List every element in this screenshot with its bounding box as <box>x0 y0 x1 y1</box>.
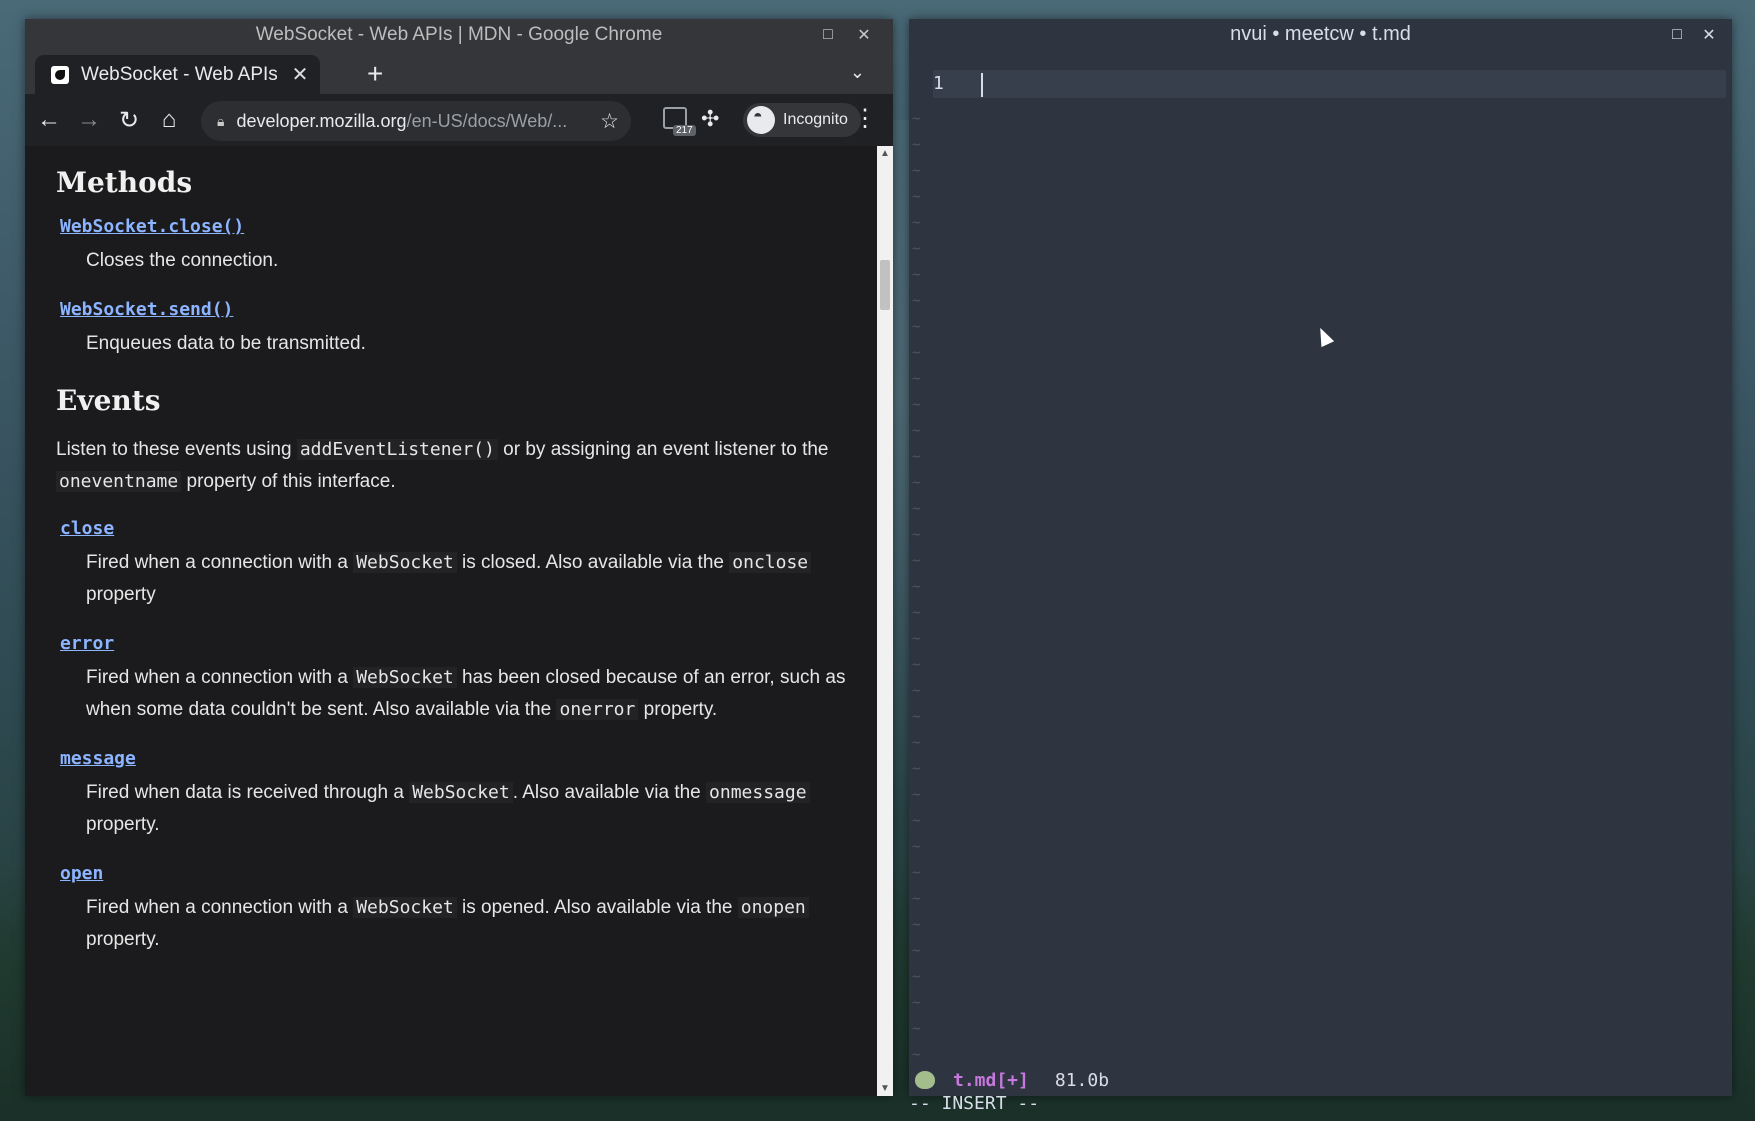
chrome-titlebar: WebSocket - Web APIs | MDN - Google Chro… <box>25 19 893 50</box>
method-description: Enqueues data to be transmitted. <box>86 333 366 354</box>
intro-code: oneventname <box>56 471 182 492</box>
mdn-favicon-icon <box>51 65 69 84</box>
event-description: Fired when a connection with a WebSocket… <box>86 892 847 956</box>
tab-title: WebSocket - Web APIs <box>81 63 278 85</box>
intro-code: addEventListener() <box>296 439 498 460</box>
mode-indicator: -- INSERT -- <box>909 1093 1040 1114</box>
close-window-icon[interactable]: ✕ <box>849 19 879 50</box>
close-window-icon[interactable]: ✕ <box>1694 19 1724 50</box>
chrome-toolbar: ← → ↻ ⌂ 🔒︎ developer.mozilla.org/en-US/d… <box>25 94 893 146</box>
nvui-window-title: nvui • meetcw • t.md <box>1230 23 1411 45</box>
chrome-window: WebSocket - Web APIs | MDN - Google Chro… <box>25 19 893 1096</box>
status-filename: t.md[+] <box>953 1069 1029 1091</box>
methods-heading: Methods <box>56 166 193 199</box>
method-item: WebSocket.close() Closes the connection. <box>56 216 847 277</box>
incognito-label: Incognito <box>783 111 848 128</box>
nvui-titlebar: nvui • meetcw • t.md □ ✕ <box>909 19 1732 50</box>
bug-icon <box>915 1071 935 1089</box>
event-item: error Fired when a connection with a Web… <box>56 633 847 726</box>
scroll-down-arrow-icon[interactable]: ▼ <box>877 1083 893 1094</box>
method-item: WebSocket.send() Enqueues data to be tra… <box>56 299 847 360</box>
event-link-open[interactable]: open <box>60 863 103 884</box>
page-scrollbar[interactable]: ▲ ▼ <box>877 146 893 1096</box>
text-cursor <box>981 73 983 97</box>
cursor-line <box>933 70 1726 98</box>
incognito-icon <box>747 106 775 134</box>
chrome-window-title: WebSocket - Web APIs | MDN - Google Chro… <box>255 23 663 45</box>
maximize-icon[interactable]: □ <box>1662 19 1692 50</box>
reload-icon[interactable]: ↻ <box>109 106 149 135</box>
lock-icon[interactable]: 🔒︎ <box>217 113 224 130</box>
bookmark-star-icon[interactable]: ☆ <box>600 109 619 134</box>
empty-line-markers: ~ ~ ~ ~ ~ ~ ~ ~ ~ ~ ~ ~ ~ ~ ~ ~ ~ ~ ~ ~ ~ ~ ~ ~ ~ ~ ~ ~ ~ ~ ~ ~ ~ ~ ~ ~ ~ <box>912 111 921 1063</box>
event-description: Fired when a connection with a WebSocket… <box>86 547 847 611</box>
event-description: Fired when data is received through a We… <box>86 777 847 841</box>
tab-websocket[interactable]: WebSocket - Web APIs ✕ <box>35 55 320 94</box>
event-link-message[interactable]: message <box>60 748 136 769</box>
chrome-menu-icon[interactable]: ⋮ <box>853 104 877 133</box>
page-content: Methods WebSocket.close() Closes the con… <box>25 146 877 1096</box>
nvui-window: nvui • meetcw • t.md □ ✕ 1 ~ ~ ~ ~ ~ ~ ~ ~ ~ ~ ~ ~ ~… <box>909 19 1732 1114</box>
address-bar[interactable]: 🔒︎ developer.mozilla.org/en-US/docs/Web/… <box>201 101 631 141</box>
extension-badge: 217 <box>673 125 696 136</box>
new-tab-icon[interactable]: + <box>367 58 383 90</box>
back-arrow-icon[interactable]: ← <box>29 106 69 134</box>
event-item: message Fired when data is received thro… <box>56 748 847 841</box>
home-icon[interactable]: ⌂ <box>149 106 189 134</box>
url-host: developer.mozilla.org <box>236 110 407 131</box>
tab-close-icon[interactable]: ✕ <box>286 62 314 87</box>
intro-text: Listen to these events using <box>56 439 297 460</box>
url-path: /en-US/docs/Web/... <box>406 110 568 131</box>
scroll-up-arrow-icon[interactable]: ▲ <box>877 148 893 159</box>
status-line: t.md[+] 81.0b <box>909 1067 1732 1093</box>
event-item: open Fired when a connection with a WebS… <box>56 863 847 956</box>
events-intro: Listen to these events using addEventLis… <box>56 434 847 498</box>
method-link-close[interactable]: WebSocket.close() <box>60 216 244 237</box>
scrollbar-thumb[interactable] <box>880 260 890 310</box>
forward-arrow-icon[interactable]: → <box>69 106 109 134</box>
method-description: Closes the connection. <box>86 250 279 271</box>
incognito-button[interactable]: Incognito <box>743 103 861 137</box>
tab-search-chevron-icon[interactable]: ⌄ <box>850 62 865 83</box>
event-link-close[interactable]: close <box>60 518 114 539</box>
method-link-send[interactable]: WebSocket.send() <box>60 299 233 320</box>
intro-text: property of this interface. <box>181 471 396 492</box>
line-number: 1 <box>933 73 944 94</box>
intro-text: or by assigning an event listener to the <box>497 439 829 460</box>
maximize-icon[interactable]: □ <box>813 19 843 50</box>
tab-strip: WebSocket - Web APIs ✕ + ⌄ <box>25 50 893 94</box>
event-link-error[interactable]: error <box>60 633 114 654</box>
status-filesize: 81.0b <box>1054 1069 1110 1091</box>
event-description: Fired when a connection with a WebSocket… <box>86 667 846 720</box>
editor-area[interactable]: 1 ~ ~ ~ ~ ~ ~ ~ ~ ~ ~ ~ ~ ~ ~ ~ ~ ~ ~ ~ ~ ~ ~ ~ ~ ~ ~ ~ ~ ~ ~ ~ ~ ~ ~ ~ ~ ~ … <box>909 50 1732 1114</box>
extensions-puzzle-icon[interactable]: ✣ <box>701 106 719 132</box>
events-heading: Events <box>56 384 161 417</box>
event-item: close Fired when a connection with a Web… <box>56 518 847 611</box>
